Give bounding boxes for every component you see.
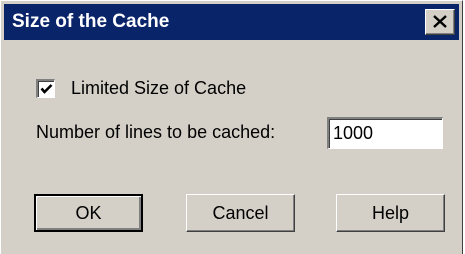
title-bar[interactable]: Size of the Cache <box>4 4 459 40</box>
close-button[interactable] <box>425 9 455 35</box>
limited-size-checkbox-row[interactable]: Limited Size of Cache <box>36 76 246 100</box>
checkmark-icon <box>40 83 53 94</box>
cache-size-dialog: Size of the Cache Limited Size of Cache … <box>0 0 463 254</box>
limited-size-label: Limited Size of Cache <box>71 77 247 98</box>
close-x-icon <box>433 15 447 28</box>
lines-to-cache-input[interactable] <box>327 117 443 149</box>
limited-size-checkbox[interactable] <box>36 78 55 98</box>
help-button[interactable]: Help <box>336 194 445 232</box>
lines-to-cache-label: Number of lines to be cached: <box>36 122 276 142</box>
cancel-button[interactable]: Cancel <box>186 194 295 232</box>
window-title: Size of the Cache <box>12 11 170 32</box>
ok-button[interactable]: OK <box>34 194 143 232</box>
